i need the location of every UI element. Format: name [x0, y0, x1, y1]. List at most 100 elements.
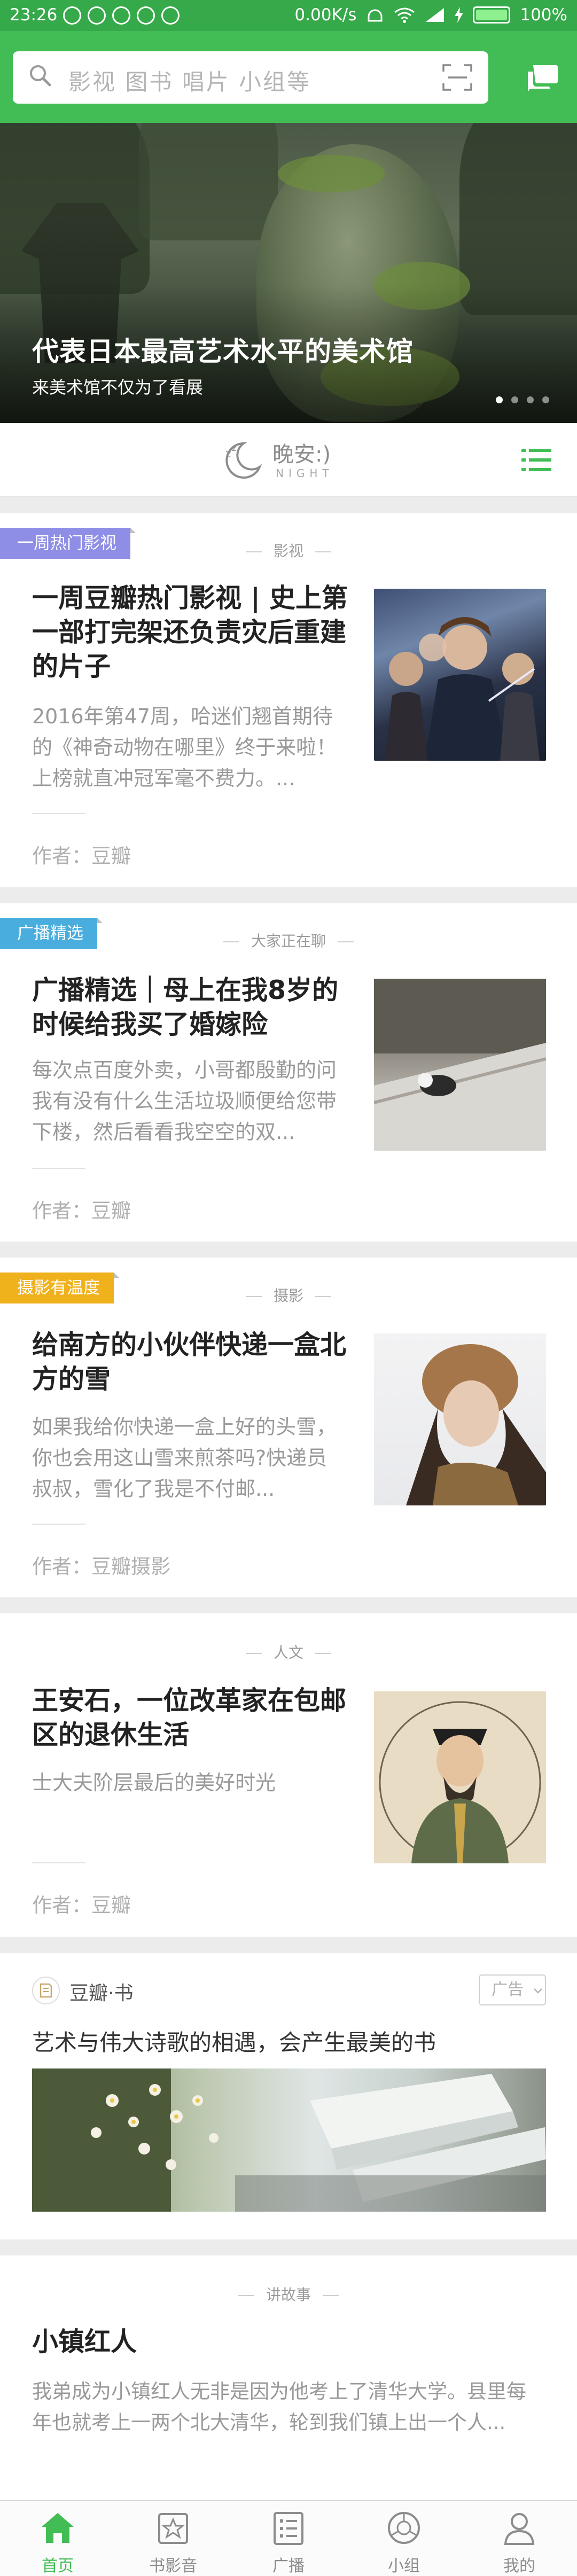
brand-logo [32, 1977, 60, 2004]
card-category-label: 大家正在聊 [251, 932, 326, 950]
banner-image-tree [139, 123, 278, 240]
night-bar[interactable]: z z 晚安:) NIGHT [0, 423, 577, 497]
ad-brand: 豆瓣·书 [69, 1982, 134, 2004]
card-description: 2016年第47周，哈迷们翘首期待的《神奇动物在哪里》终于来啦！上榜就直冲冠军毫… [32, 705, 337, 790]
search-input[interactable]: 影视 图书 唱片 小组等 [13, 51, 488, 104]
alarm-icon [368, 9, 383, 22]
carousel-dots [496, 396, 549, 403]
card-divider [32, 813, 85, 814]
bottom-tab-bar: 首页 书影音 广播 小组 我的 [0, 2500, 577, 2576]
ad-card[interactable]: 豆瓣·书 广告 艺术与伟大诗歌的相遇，会产生最美的书 [0, 1953, 577, 2239]
rooftop-cat-image [374, 979, 546, 1151]
notification-icon [88, 6, 106, 25]
search-icon [30, 65, 51, 87]
card-divider [32, 1524, 85, 1525]
card-author: 作者：豆瓣摄影 [32, 1555, 170, 1578]
card-author: 作者：豆瓣 [32, 1199, 131, 1222]
card-category-label: 讲故事 [266, 2286, 311, 2304]
tab-home[interactable]: 首页 [0, 2501, 115, 2576]
card-category: 影视 [0, 540, 577, 561]
scan-icon[interactable] [442, 64, 472, 91]
card-category: 大家正在聊 [0, 930, 577, 951]
broadcast-icon [274, 2512, 303, 2545]
star-card-icon [158, 2513, 188, 2544]
status-bar: 23:26 0.00K/s 100% [0, 0, 577, 31]
banner-subtitle: 来美术馆不仅为了看展 [32, 377, 204, 397]
ad-image[interactable] [32, 2068, 546, 2212]
flowers-and-books-image [32, 2068, 546, 2212]
tab-label: 广播 [272, 2557, 305, 2575]
card-divider [32, 1862, 85, 1863]
divider [0, 2239, 577, 2255]
tab-media[interactable]: 书影音 [115, 2501, 231, 2576]
wifi-icon [394, 7, 415, 23]
card-category: 摄影 [0, 1284, 577, 1306]
tab-label: 小组 [388, 2557, 420, 2575]
tab-groups[interactable]: 小组 [346, 2501, 462, 2576]
carousel-dot[interactable] [496, 396, 503, 403]
ad-badge-label: 广告 [492, 1980, 524, 1999]
feed-card[interactable]: 人文 王安石，一位改革家在包邮区的退休生活 士大夫阶层最后的美好时光 作者：豆瓣 [0, 1613, 577, 1937]
snow-portrait-image [406, 1344, 546, 1505]
list-menu-icon[interactable] [521, 448, 551, 472]
tab-label: 我的 [503, 2557, 535, 2575]
charging-icon [455, 7, 464, 23]
tab-label: 首页 [42, 2557, 74, 2575]
feed-card[interactable]: 摄影有温度 摄影 给南方的小伙伴快递一盒北方的雪 如果我给你快递一盒上好的头雪，… [0, 1258, 577, 1597]
chevron-down-icon [533, 1988, 542, 1994]
notification-icon [63, 6, 81, 25]
card-description: 士大夫阶层最后的美好时光 [32, 1771, 276, 1794]
night-subtitle: NIGHT [276, 467, 334, 480]
network-speed: 0.00K/s [294, 5, 357, 25]
card-author: 作者：豆瓣 [32, 845, 131, 868]
card-category: 讲故事 [0, 2283, 577, 2305]
notification-icon [137, 6, 155, 25]
notification-icons [63, 6, 180, 25]
card-title: 王安石，一位改革家在包邮区的退休生活 [32, 1685, 347, 1750]
card-category-label: 人文 [273, 1644, 303, 1661]
carousel-dot[interactable] [527, 396, 534, 403]
svg-text:z: z [232, 443, 236, 453]
divider [0, 1937, 577, 1953]
tab-broadcast[interactable]: 广播 [231, 2501, 346, 2576]
card-category-label: 摄影 [273, 1287, 303, 1305]
card-description: 我弟成为小镇红人无非是因为他考上了清华大学。县里每年也就考上一两个北大清华，轮到… [32, 2380, 526, 2434]
card-title: 给南方的小伙伴快递一盒北方的雪 [32, 1330, 347, 1394]
banner-image-moss [278, 155, 385, 192]
portrait-painting-image [379, 1701, 541, 1863]
night-title: 晚安:) [272, 442, 331, 467]
person-icon [504, 2513, 535, 2545]
book-logo-icon [40, 1983, 52, 1998]
carousel-dot[interactable] [542, 396, 549, 403]
divider [0, 1597, 577, 1613]
card-thumbnail[interactable] [374, 1333, 546, 1505]
search-placeholder: 影视 图书 唱片 小组等 [68, 69, 311, 95]
svg-text:z: z [225, 447, 231, 460]
status-right: 0.00K/s 100% [294, 5, 567, 25]
card-divider [32, 1168, 85, 1169]
battery-icon [473, 6, 511, 24]
card-thumbnail[interactable] [374, 979, 546, 1151]
feed-card[interactable]: 讲故事 小镇红人 我弟成为小镇红人无非是因为他考上了清华大学。县里每年也就考上一… [0, 2255, 577, 2500]
feed-card[interactable]: 广播精选 大家正在聊 广播精选｜母上在我8岁的时候给我买了婚嫁险 每次点百度外卖… [0, 903, 577, 1242]
card-thumbnail[interactable] [374, 589, 546, 761]
card-thumbnail[interactable] [374, 1691, 546, 1863]
carousel-dot[interactable] [511, 396, 518, 403]
divider [0, 1242, 577, 1258]
ad-badge[interactable]: 广告 [479, 1974, 546, 2005]
card-category: 人文 [0, 1641, 577, 1662]
divider [0, 497, 577, 513]
home-icon [42, 2513, 74, 2543]
divider [0, 887, 577, 903]
group-icon [388, 2512, 420, 2544]
signal-icon [426, 8, 445, 22]
feed-card[interactable]: 一周热门影视 影视 一周豆瓣热门影视 | 史上第一部打完架还负责灾后重建的片子 … [0, 513, 577, 887]
card-category-label: 影视 [273, 542, 303, 560]
banner-title: 代表日本最高艺术水平的美术馆 [32, 336, 414, 367]
banner-carousel[interactable]: 代表日本最高艺术水平的美术馆 来美术馆不仅为了看展 [0, 123, 577, 423]
card-description: 每次点百度外卖，小哥都殷勤的问我有没有什么生活垃圾顺便给您带下楼，然后看看我空空… [32, 1058, 337, 1144]
status-time: 23:26 [10, 5, 58, 25]
messages-icon[interactable] [526, 62, 559, 92]
notification-icon [161, 6, 180, 25]
tab-mine[interactable]: 我的 [462, 2501, 577, 2576]
